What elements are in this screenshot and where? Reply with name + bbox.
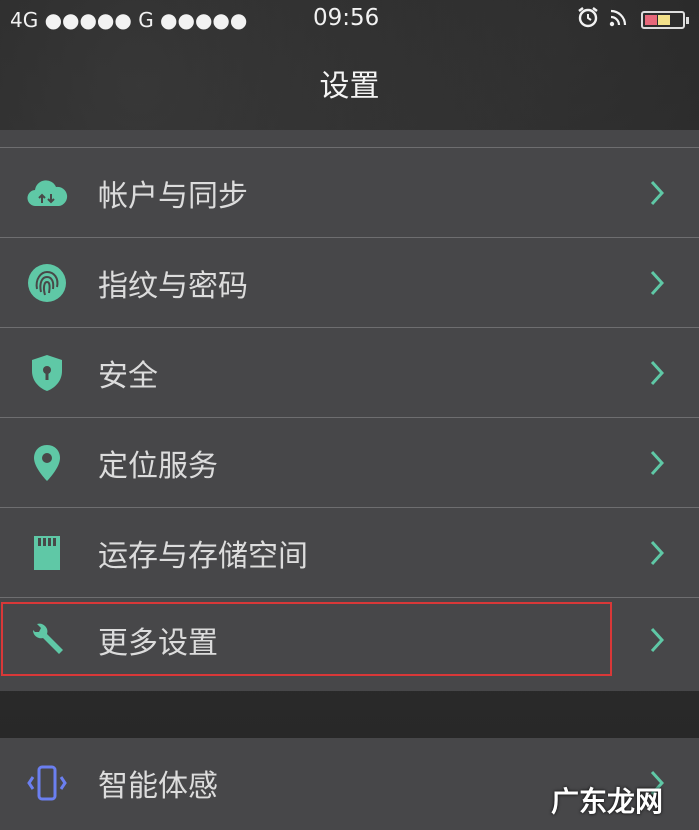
chevron-right-icon [647, 359, 667, 387]
menu-item-label: 智能体感 [98, 769, 218, 804]
chevron-right-icon [647, 626, 667, 654]
location-pin-icon [26, 442, 68, 484]
menu-item-more-settings[interactable]: 更多设置 [0, 600, 699, 680]
menu-item-label: 帐户与同步 [98, 179, 248, 214]
clock: 09:56 [313, 5, 380, 31]
chevron-right-icon [647, 449, 667, 477]
chevron-right-icon [647, 539, 667, 567]
fingerprint-icon [26, 262, 68, 304]
signal-indicators: 4G ●●●●● G ●●●●● [10, 8, 248, 32]
phone-motion-icon [26, 762, 68, 804]
menu-item-memory-storage[interactable]: 运存与存储空间 [0, 508, 699, 598]
chevron-right-icon [647, 179, 667, 207]
cloud-sync-icon [26, 172, 68, 214]
chevron-right-icon [647, 269, 667, 297]
menu-item-fingerprint-password[interactable]: 指纹与密码 [0, 238, 699, 328]
memory-card-icon [26, 532, 68, 574]
menu-item-account-sync[interactable]: 帐户与同步 [0, 148, 699, 238]
page-title: 设置 [319, 69, 380, 104]
menu-item-label: 运存与存储空间 [98, 539, 308, 574]
menu-item-label: 安全 [98, 359, 158, 394]
menu-item-security[interactable]: 安全 [0, 328, 699, 418]
status-bar: 4G ●●●●● G ●●●●● 09:56 [0, 0, 699, 38]
menu-item-label: 指纹与密码 [98, 269, 248, 304]
settings-group: 帐户与同步 指纹与密码 安全 定位服务 运存与存储空间 更多设置 [0, 130, 699, 691]
shield-icon [26, 352, 68, 394]
wifi-icon [609, 7, 631, 32]
menu-item-location[interactable]: 定位服务 [0, 418, 699, 508]
watermark: 广东龙网 [550, 785, 663, 818]
wrench-icon [26, 619, 68, 661]
alarm-icon [577, 6, 599, 33]
highlight-box [1, 602, 612, 676]
title-bar: 设置 [0, 40, 699, 126]
menu-item-label: 更多设置 [98, 626, 218, 661]
battery-icon [641, 10, 689, 29]
menu-item-label: 定位服务 [98, 449, 218, 484]
